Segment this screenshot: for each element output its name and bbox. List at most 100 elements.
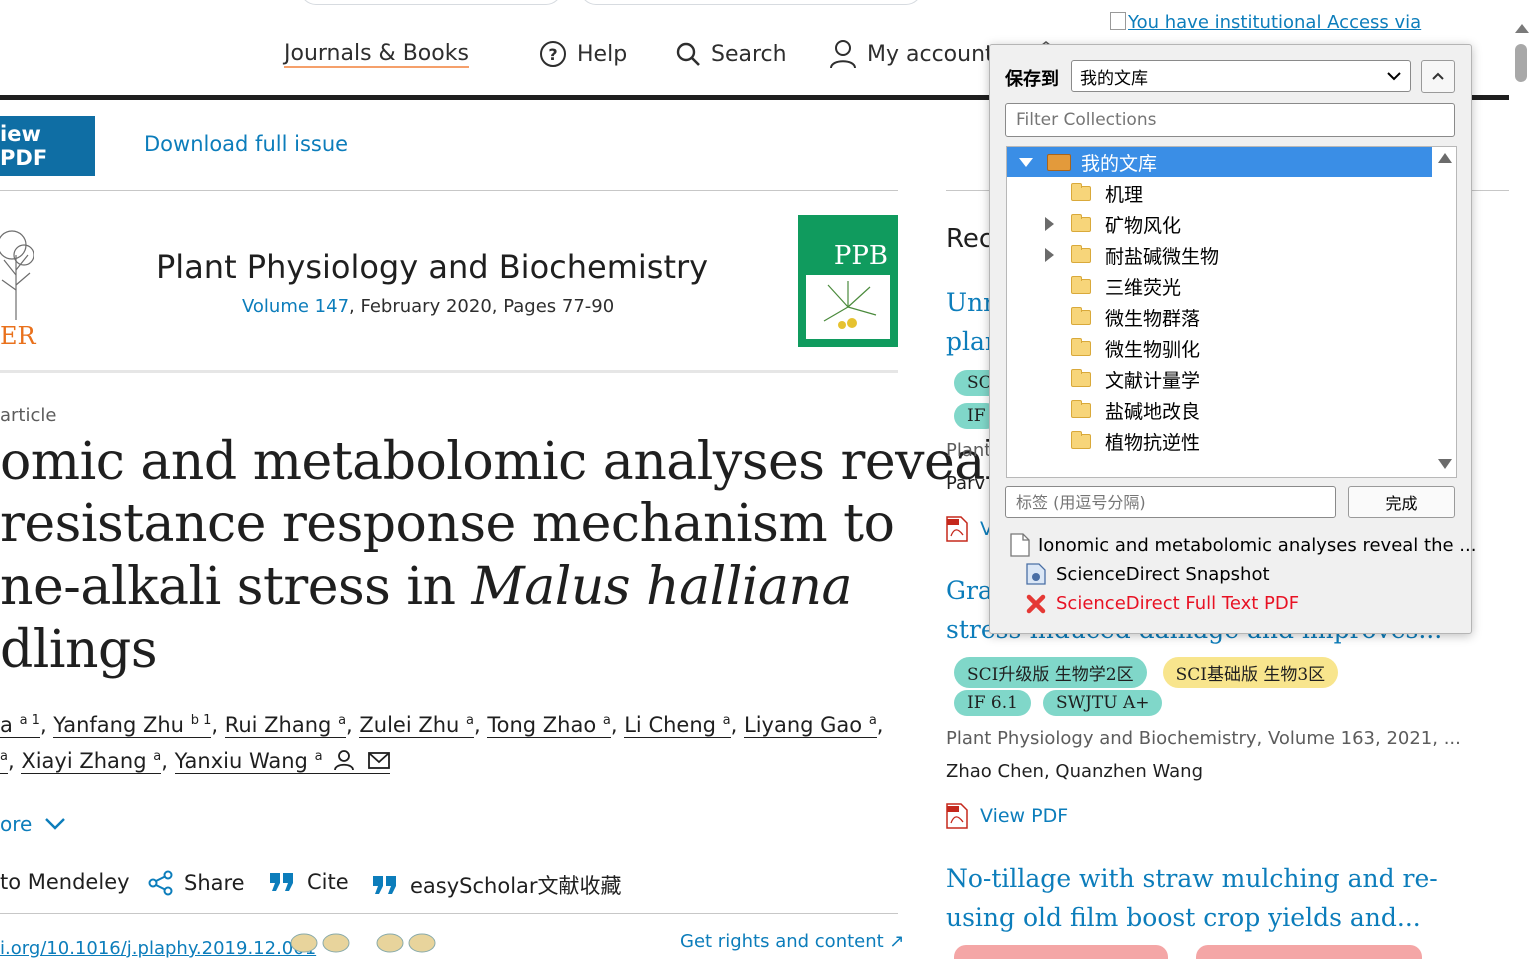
download-full-issue-link[interactable]: Download full issue <box>144 132 348 156</box>
tree-row-collection[interactable]: 耐盐碱微生物 <box>1007 240 1432 270</box>
author-link[interactable]: Rui Zhang a <box>224 713 347 738</box>
author-name: Liyang Gao <box>744 713 863 737</box>
browser-tab[interactable] <box>300 0 562 5</box>
snapshot-icon <box>1026 563 1046 585</box>
author-name: Li Cheng <box>624 713 716 737</box>
tree-row-collection[interactable]: 三维荧光 <box>1007 271 1432 301</box>
tag-label: SCI基础版 生物3区 <box>1162 657 1339 688</box>
article-type-label: article <box>0 405 57 426</box>
collection-select[interactable]: 我的文库 <box>1071 60 1411 92</box>
folder-icon <box>1071 275 1091 294</box>
collection-label: 矿物风化 <box>1105 214 1182 237</box>
tree-scrollbar[interactable] <box>1435 147 1455 475</box>
recommended-2-tags-row-1: SCI升级版 生物学2区 SCI基础版 生物3区 <box>954 657 1339 688</box>
scroll-up-arrow-icon[interactable] <box>1515 24 1529 33</box>
doi-link[interactable]: i.org/10.1016/j.plaphy.2019.12.001 <box>0 938 316 959</box>
scrollbar-thumb[interactable] <box>1515 44 1527 82</box>
collection-label: 微生物驯化 <box>1105 338 1201 361</box>
browser-tab[interactable] <box>580 0 922 5</box>
folder-icon <box>1071 306 1091 325</box>
collapsed-triangle-icon[interactable] <box>1045 217 1054 231</box>
show-more-button[interactable]: ore <box>0 812 66 836</box>
nav-my-account-label: My account <box>867 41 994 67</box>
person-icon <box>334 750 355 771</box>
show-more-label: ore <box>0 812 33 836</box>
author-link[interactable]: Tong Zhao a <box>487 713 611 738</box>
collapsed-triangle-icon[interactable] <box>1045 248 1054 262</box>
save-to-label: 保存到 <box>1005 69 1059 90</box>
authors-row-1: a a 1, Yanfang Zhu b 1, Rui Zhang a, Zul… <box>0 713 884 738</box>
journal-cover-image[interactable]: PPB <box>798 215 898 347</box>
nav-journals-books-label[interactable]: Journals & Books <box>284 41 469 68</box>
scroll-down-arrow-icon[interactable] <box>1438 459 1452 469</box>
tree-row-collection[interactable]: 微生物群落 <box>1007 302 1432 332</box>
journal-cover-title: PPB <box>833 241 888 271</box>
cite-button[interactable]: Cite <box>269 870 349 894</box>
author-name: Yanxiu Wang <box>174 749 308 773</box>
nav-help[interactable]: ? Help <box>539 30 627 78</box>
recommended-2-view-pdf[interactable]: View PDF <box>946 803 1068 829</box>
folder-icon <box>1071 368 1091 387</box>
author-name: Xiayi Zhang <box>21 749 147 773</box>
nav-my-account[interactable]: My account <box>829 30 994 78</box>
share-icon <box>148 870 173 896</box>
recommended-2-journal: Plant Physiology and Biochemistry, Volum… <box>946 728 1461 749</box>
author-affiliation: a <box>338 713 347 728</box>
article-title-line-3: ne-alkali stress in Malus halliana <box>0 557 853 617</box>
volume-link[interactable]: Volume 147 <box>242 296 349 317</box>
share-button[interactable]: Share <box>148 870 245 896</box>
tree-row-collection[interactable]: 盐碱地改良 <box>1007 395 1432 425</box>
chevron-down-icon <box>1387 72 1401 81</box>
nav-search-label: Search <box>711 41 787 67</box>
article-title-line-3-text: ne-alkali stress in <box>0 557 472 617</box>
toolbar-divider <box>0 190 898 191</box>
library-label: 我的文库 <box>1081 152 1158 175</box>
nav-search[interactable]: Search <box>675 30 787 78</box>
tree-row-collection[interactable]: 文献计量学 <box>1007 364 1432 394</box>
scroll-up-arrow-icon[interactable] <box>1438 153 1452 163</box>
article-title-line-1: omic and metabolomic analyses reveal <box>0 432 1001 492</box>
add-to-mendeley-button[interactable]: to Mendeley <box>0 870 130 894</box>
tree-row-collection[interactable]: 植物抗逆性 <box>1007 426 1432 456</box>
author-link[interactable]: Yanfang Zhu b 1 <box>53 713 212 738</box>
journal-title[interactable]: Plant Physiology and Biochemistry <box>156 248 708 286</box>
actions-divider <box>0 913 898 914</box>
author-affiliation: a <box>153 749 162 764</box>
author-link[interactable]: a <box>0 749 8 774</box>
collection-label: 文献计量学 <box>1105 369 1201 392</box>
get-rights-link[interactable]: Get rights and content ↗ <box>680 931 905 952</box>
tree-row-library[interactable]: 我的文库 <box>1007 147 1432 177</box>
filter-collections-input[interactable] <box>1005 103 1455 137</box>
folder-icon <box>1071 213 1091 232</box>
easyscholar-button[interactable]: easyScholar文献收藏 <box>372 870 622 900</box>
folder-icon <box>1071 430 1091 449</box>
email-icon[interactable] <box>368 752 390 770</box>
collection-label: 微生物群落 <box>1105 307 1201 330</box>
journal-cover-photo <box>806 275 890 339</box>
author-link[interactable]: Liyang Gao a <box>744 713 877 738</box>
author-link[interactable]: Yanxiu Wang a <box>174 749 390 774</box>
attachment-snapshot-row: ScienceDirect Snapshot <box>1026 563 1270 585</box>
recommended-1-authors: Parv <box>946 473 986 494</box>
recommended-3-title-line-2[interactable]: using old film boost crop yields and... <box>946 903 1421 932</box>
collapse-tree-button[interactable] <box>1421 60 1455 93</box>
author-link[interactable]: Li Cheng a <box>624 713 731 738</box>
tags-input[interactable] <box>1005 486 1336 518</box>
recommended-1-view-pdf[interactable]: V <box>946 516 993 542</box>
tree-row-collection[interactable]: 机理 <box>1007 178 1432 208</box>
author-link[interactable]: a a 1 <box>0 713 40 738</box>
recommended-3-title-line-1[interactable]: No-tillage with straw mulching and re- <box>946 864 1438 893</box>
author-name: Rui Zhang <box>224 713 332 737</box>
institutional-access-link[interactable]: You have institutional Access via <box>1110 12 1421 33</box>
view-pdf-button[interactable]: iew PDF <box>0 116 95 176</box>
page-scrollbar[interactable] <box>1509 10 1536 954</box>
author-link[interactable]: Zulei Zhu a <box>359 713 475 738</box>
chevron-down-icon <box>45 818 66 830</box>
author-name: a <box>0 713 13 737</box>
author-link[interactable]: Xiayi Zhang a <box>21 749 162 774</box>
tree-row-collection[interactable]: 矿物风化 <box>1007 209 1432 239</box>
svg-text:?: ? <box>548 45 557 64</box>
done-button[interactable]: 完成 <box>1348 486 1455 518</box>
nav-journals-books[interactable]: Journals & Books <box>284 30 469 78</box>
tree-row-collection[interactable]: 微生物驯化 <box>1007 333 1432 363</box>
